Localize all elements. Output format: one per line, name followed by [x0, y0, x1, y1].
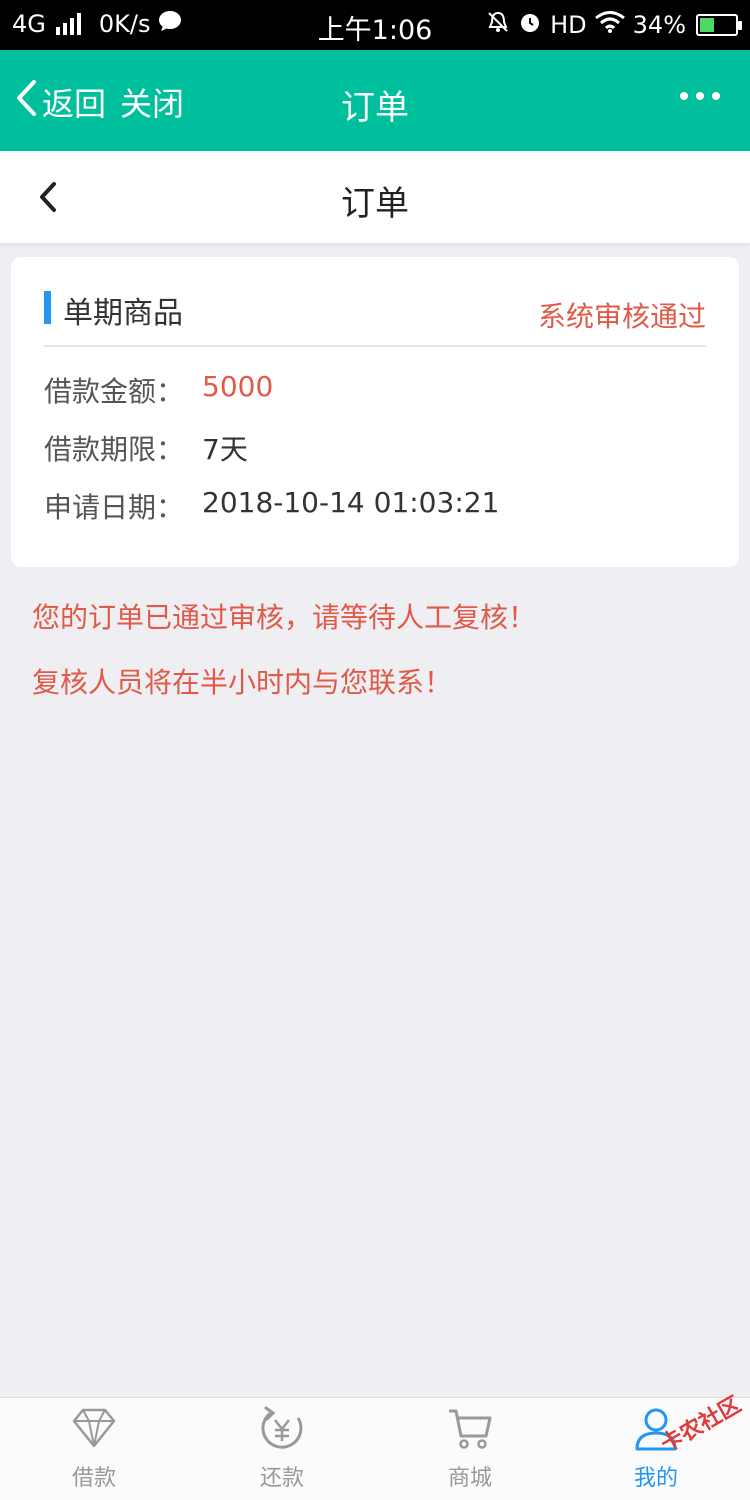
tab-mine-label: 我的 — [633, 1466, 678, 1491]
divider — [44, 345, 706, 347]
apply-date-row: 申请日期： 2018-10-14 01:03:21 — [44, 486, 499, 526]
battery-icon — [696, 14, 742, 36]
back-arrow-icon[interactable] — [32, 179, 68, 215]
page-header: 订单 — [0, 151, 750, 243]
notice-review-passed: 您的订单已通过审核，请等待人工复核！ — [32, 601, 537, 634]
app-bar: 返回 关闭 订单 — [0, 50, 750, 151]
wifi-icon — [594, 11, 625, 39]
loan-amount-label: 借款金额： — [44, 375, 185, 408]
back-button[interactable]: 返回 — [42, 79, 106, 125]
more-options-icon[interactable] — [680, 92, 720, 100]
alarm-icon — [518, 10, 542, 40]
back-chevron-icon[interactable] — [14, 78, 42, 126]
tab-repay[interactable]: 还款 — [188, 1398, 376, 1500]
battery-percent: 34% — [632, 11, 686, 39]
tab-loan-label: 借款 — [71, 1466, 116, 1491]
tab-mall[interactable]: 商城 — [376, 1398, 564, 1500]
loan-amount-row: 借款金额： 5000 — [44, 370, 273, 410]
order-card: 单期商品 系统审核通过 借款金额： 5000 借款期限： 7天 申请日期： 20… — [11, 257, 739, 567]
page-title: 订单 — [341, 184, 409, 224]
tab-mall-label: 商城 — [447, 1466, 492, 1491]
order-status: 系统审核通过 — [537, 300, 706, 333]
tab-loan[interactable]: 借款 — [0, 1398, 188, 1500]
mute-bell-icon — [486, 10, 510, 40]
tab-repay-label: 还款 — [259, 1466, 304, 1491]
hd-label: HD — [550, 11, 587, 39]
close-button[interactable]: 关闭 — [120, 79, 184, 125]
apply-date-value: 2018-10-14 01:03:21 — [202, 486, 500, 519]
bottom-tab-bar: 借款 还款 商城 我的 — [0, 1397, 750, 1500]
apply-date-label: 申请日期： — [44, 491, 185, 524]
section-accent-bar — [44, 291, 51, 324]
loan-term-label: 借款期限： — [44, 433, 185, 466]
loan-amount-value: 5000 — [202, 370, 274, 403]
loan-term-row: 借款期限： 7天 — [44, 428, 248, 468]
notice-contact: 复核人员将在半小时内与您联系！ — [32, 666, 453, 699]
loan-term-value: 7天 — [202, 433, 248, 466]
status-bar: 4G 0K/s 上午1:06 HD 34% — [0, 0, 750, 50]
product-title: 单期商品 — [63, 296, 183, 331]
